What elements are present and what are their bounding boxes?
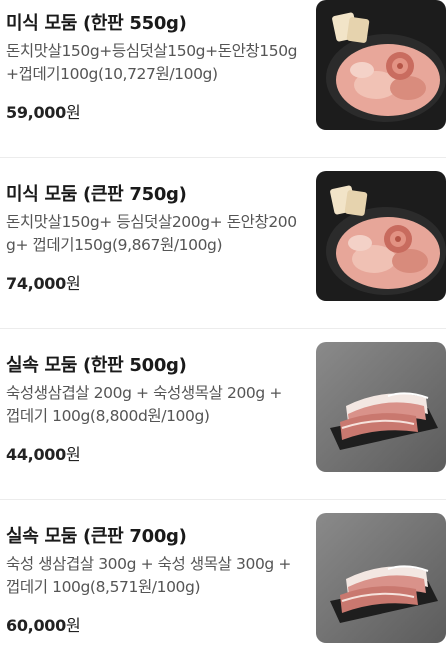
product-item[interactable]: 미식 모둠 (한판 550g) 돈치맛살150g+등심덧살150g+돈안창150…	[0, 0, 446, 158]
product-price: 74,000원	[6, 270, 81, 294]
product-image[interactable]	[316, 342, 446, 472]
product-item[interactable]: 실속 모둠 (큰판 700g) 숙성 생삼겹살 300g + 숙성 생목살 30…	[0, 513, 446, 671]
pork-platter-image	[316, 171, 446, 301]
product-title: 미식 모둠 (한판 550g)	[6, 13, 187, 34]
product-item[interactable]: 실속 모둠 (한판 500g) 숙성생삼겹살 200g + 숙성생목살 200g…	[0, 342, 446, 500]
product-description: 돈치맛살150g+등심덧살150g+돈안창150g+껍데기100g(10,727…	[6, 42, 298, 83]
pork-belly-image	[316, 513, 446, 643]
price-currency: 원	[65, 274, 81, 293]
price-currency: 원	[65, 103, 81, 122]
product-description: 숙성생삼겹살 200g + 숙성생목살 200g + 껍데기 100g(8,80…	[6, 384, 282, 425]
price-value: 60,000	[6, 616, 66, 635]
product-price: 59,000원	[6, 99, 81, 123]
product-image[interactable]	[316, 0, 446, 130]
product-image[interactable]	[316, 513, 446, 643]
price-currency: 원	[65, 616, 81, 635]
product-list: 미식 모둠 (한판 550g) 돈치맛살150g+등심덧살150g+돈안창150…	[0, 0, 446, 654]
pork-belly-image	[316, 342, 446, 472]
product-image[interactable]	[316, 171, 446, 301]
price-currency: 원	[65, 445, 81, 464]
pork-platter-image	[316, 0, 446, 130]
product-price: 60,000원	[6, 612, 81, 636]
product-title: 실속 모둠 (큰판 700g)	[6, 526, 187, 547]
price-value: 74,000	[6, 274, 66, 293]
product-title: 미식 모둠 (큰판 750g)	[6, 184, 187, 205]
price-value: 44,000	[6, 445, 66, 464]
product-description: 돈치맛살150g+ 등심덧살200g+ 돈안창200g+ 껍데기150g(9,8…	[6, 213, 297, 254]
price-value: 59,000	[6, 103, 66, 122]
product-title: 실속 모둠 (한판 500g)	[6, 355, 187, 376]
product-item[interactable]: 미식 모둠 (큰판 750g) 돈치맛살150g+ 등심덧살200g+ 돈안창2…	[0, 171, 446, 329]
product-description: 숙성 생삼겹살 300g + 숙성 생목살 300g + 껍데기 100g(8,…	[6, 555, 291, 596]
product-price: 44,000원	[6, 441, 81, 465]
